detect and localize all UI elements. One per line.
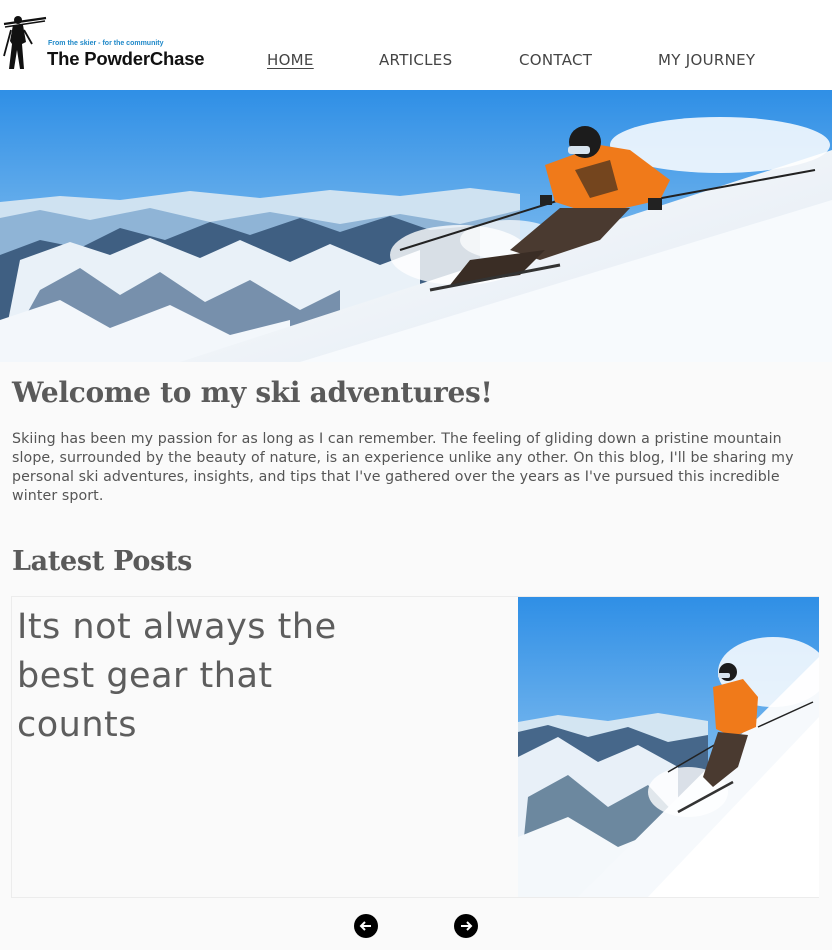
post-image[interactable] [518,597,819,897]
arrow-left-icon [359,921,371,931]
hero-skier-illustration [0,90,832,362]
hero-image [0,90,832,362]
nav-contact[interactable]: CONTACT [519,51,592,69]
nav-articles[interactable]: ARTICLES [379,51,452,69]
welcome-paragraph: Skiing has been my passion for as long a… [12,431,794,504]
nav-home[interactable]: HOME [267,51,314,69]
site-logo[interactable]: From the skier - for the community The P… [2,14,205,74]
post-carousel-card[interactable]: Its not always the best gear that counts [11,596,819,898]
carousel-next-button[interactable] [454,914,478,938]
post-skier-illustration [518,597,819,897]
site-header: From the skier - for the community The P… [0,0,832,90]
welcome-heading: Welcome to my ski adventures! [12,376,493,409]
arrow-right-icon [461,921,473,931]
skier-silhouette-icon [3,16,47,69]
carousel-prev-button[interactable] [354,914,378,938]
nav-my-journey[interactable]: MY JOURNEY [658,51,755,69]
post-title[interactable]: Its not always the best gear that counts [17,603,397,750]
latest-posts-heading: Latest Posts [12,546,193,577]
logo-name: The PowderChase [47,48,205,69]
logo-tagline: From the skier - for the community [48,40,164,47]
